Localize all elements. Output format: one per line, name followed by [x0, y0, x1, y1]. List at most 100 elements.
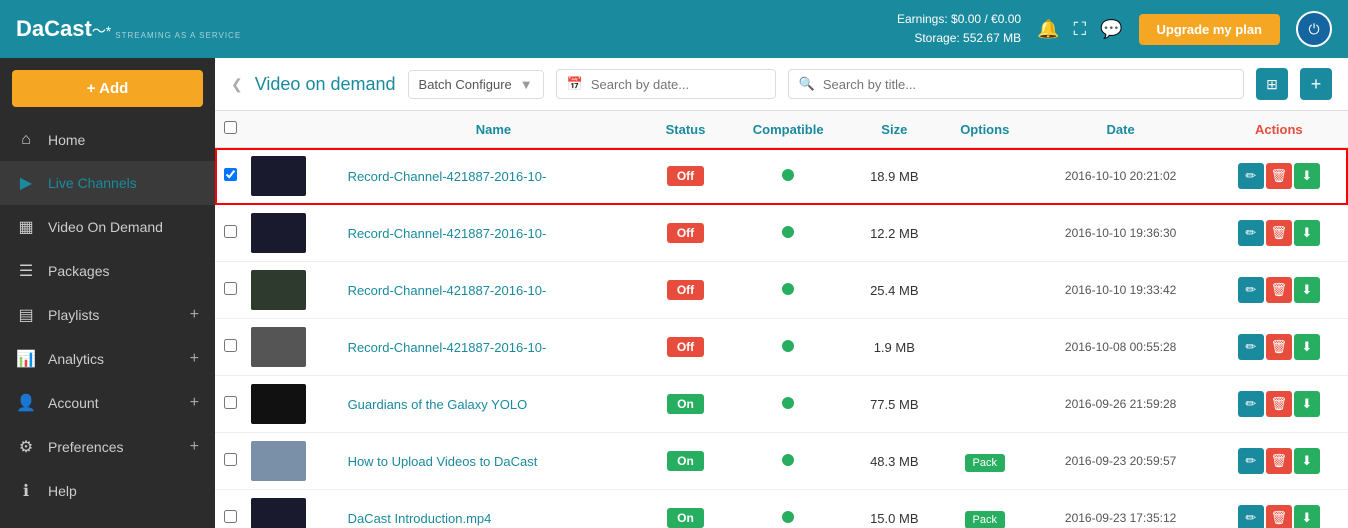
- sidebar-item-home[interactable]: ⌂ Home: [0, 119, 215, 161]
- delete-button[interactable]: 🗑: [1266, 391, 1292, 417]
- video-name-cell: Record-Channel-421887-2016-10-: [342, 262, 646, 319]
- compatible-dot: [782, 454, 794, 466]
- sidebar-item-analytics[interactable]: 📊 Analytics +: [0, 337, 215, 381]
- status-cell: On: [645, 490, 725, 528]
- video-name-link[interactable]: Record-Channel-421887-2016-10-: [348, 340, 547, 355]
- fullscreen-icon[interactable]: ⛶: [1074, 19, 1087, 40]
- edit-button[interactable]: ✏: [1238, 505, 1264, 528]
- sidebar-item-live-channels[interactable]: ▶ Live Channels: [0, 161, 215, 205]
- compatible-cell: [726, 376, 851, 433]
- video-name-link[interactable]: Guardians of the Galaxy YOLO: [348, 397, 528, 412]
- select-all-checkbox[interactable]: [224, 121, 237, 134]
- delete-button[interactable]: 🗑: [1266, 334, 1292, 360]
- add-button[interactable]: + Add: [12, 70, 203, 107]
- date-cell: 2016-10-08 00:55:28: [1032, 319, 1210, 376]
- row-checkbox[interactable]: [224, 282, 237, 295]
- help-icon: ℹ: [16, 481, 36, 501]
- compatible-dot: [782, 511, 794, 523]
- bell-icon[interactable]: 🔔: [1037, 19, 1059, 40]
- download-button[interactable]: ⬇: [1294, 277, 1320, 303]
- download-button[interactable]: ⬇: [1294, 220, 1320, 246]
- power-button[interactable]: ⏻: [1296, 11, 1332, 47]
- options-badge: Pack: [965, 511, 1005, 528]
- th-size: Size: [851, 111, 938, 148]
- edit-button[interactable]: ✏: [1238, 220, 1264, 246]
- grid-view-button[interactable]: ⊞: [1256, 68, 1288, 100]
- date-cell: 2016-09-23 17:35:12: [1032, 490, 1210, 528]
- download-button[interactable]: ⬇: [1294, 391, 1320, 417]
- table-row: Record-Channel-421887-2016-10- Off 12.2 MB…: [215, 205, 1348, 262]
- date-search-field[interactable]: 📅: [556, 69, 776, 99]
- row-checkbox[interactable]: [224, 396, 237, 409]
- sidebar-item-preferences[interactable]: ⚙ Preferences +: [0, 425, 215, 469]
- row-checkbox[interactable]: [224, 453, 237, 466]
- edit-button[interactable]: ✏: [1238, 334, 1264, 360]
- sidebar-item-packages[interactable]: ☰ Packages: [0, 249, 215, 293]
- compatible-cell: [726, 319, 851, 376]
- video-name-cell: Record-Channel-421887-2016-10-: [342, 319, 646, 376]
- video-thumbnail-cell: [245, 148, 342, 205]
- status-badge: Off: [667, 280, 704, 300]
- video-name-link[interactable]: Record-Channel-421887-2016-10-: [348, 169, 547, 184]
- delete-button[interactable]: 🗑: [1266, 505, 1292, 528]
- row-checkbox[interactable]: [224, 510, 237, 523]
- chat-icon[interactable]: 💬: [1100, 19, 1122, 40]
- size-cell: 12.2 MB: [851, 205, 938, 262]
- row-checkbox[interactable]: [224, 168, 237, 181]
- download-button[interactable]: ⬇: [1294, 334, 1320, 360]
- sidebar-item-video-on-demand[interactable]: ▦ Video On Demand: [0, 205, 215, 249]
- video-name-cell: Guardians of the Galaxy YOLO: [342, 376, 646, 433]
- edit-button[interactable]: ✏: [1238, 277, 1264, 303]
- options-cell: [938, 148, 1032, 205]
- delete-button[interactable]: 🗑: [1266, 448, 1292, 474]
- edit-button[interactable]: ✏: [1238, 391, 1264, 417]
- delete-button[interactable]: 🗑: [1266, 163, 1292, 189]
- sidebar-item-account[interactable]: 👤 Account +: [0, 381, 215, 425]
- batch-configure-dropdown[interactable]: Batch Configure ▼: [408, 70, 544, 99]
- preferences-plus-icon[interactable]: +: [190, 438, 199, 456]
- video-name-link[interactable]: DaCast Introduction.mp4: [348, 511, 492, 526]
- analytics-plus-icon[interactable]: +: [190, 350, 199, 368]
- row-checkbox[interactable]: [224, 225, 237, 238]
- video-thumbnail-cell: [245, 319, 342, 376]
- video-name-link[interactable]: Record-Channel-421887-2016-10-: [348, 226, 547, 241]
- options-cell: [938, 205, 1032, 262]
- edit-button[interactable]: ✏: [1238, 163, 1264, 189]
- download-button[interactable]: ⬇: [1294, 505, 1320, 528]
- video-name-cell: How to Upload Videos to DaCast: [342, 433, 646, 490]
- add-content-button[interactable]: +: [1300, 68, 1332, 100]
- header-right: Earnings: $0.00 / €0.00 Storage: 552.67 …: [897, 10, 1332, 48]
- calendar-icon: 📅: [567, 76, 583, 92]
- delete-button[interactable]: 🗑: [1266, 277, 1292, 303]
- download-button[interactable]: ⬇: [1294, 448, 1320, 474]
- title-search-input[interactable]: [823, 77, 1233, 92]
- date-cell: 2016-10-10 20:21:02: [1032, 148, 1210, 205]
- title-search-field[interactable]: 🔍: [788, 69, 1244, 99]
- back-arrow-icon[interactable]: ❮: [231, 76, 243, 93]
- account-plus-icon[interactable]: +: [190, 394, 199, 412]
- sidebar-item-help[interactable]: ℹ Help: [0, 469, 215, 513]
- batch-dropdown-arrow: ▼: [520, 77, 533, 92]
- upgrade-button[interactable]: Upgrade my plan: [1139, 14, 1280, 45]
- account-icon: 👤: [16, 393, 36, 413]
- status-badge: Off: [667, 223, 704, 243]
- video-thumbnail: [251, 498, 306, 528]
- row-checkbox[interactable]: [224, 339, 237, 352]
- status-cell: Off: [645, 205, 725, 262]
- edit-button[interactable]: ✏: [1238, 448, 1264, 474]
- download-button[interactable]: ⬇: [1294, 163, 1320, 189]
- page-title: Video on demand: [255, 74, 396, 95]
- date-search-input[interactable]: [591, 77, 765, 92]
- delete-button[interactable]: 🗑: [1266, 220, 1292, 246]
- video-thumbnail: [251, 384, 306, 424]
- compatible-dot: [782, 397, 794, 409]
- sidebar-item-playlists[interactable]: ▤ Playlists +: [0, 293, 215, 337]
- video-name-cell: Record-Channel-421887-2016-10-: [342, 205, 646, 262]
- playlists-plus-icon[interactable]: +: [190, 306, 199, 324]
- video-name-link[interactable]: Record-Channel-421887-2016-10-: [348, 283, 547, 298]
- size-cell: 18.9 MB: [851, 148, 938, 205]
- size-cell: 1.9 MB: [851, 319, 938, 376]
- th-thumb: [245, 111, 342, 148]
- video-name-link[interactable]: How to Upload Videos to DaCast: [348, 454, 538, 469]
- size-cell: 48.3 MB: [851, 433, 938, 490]
